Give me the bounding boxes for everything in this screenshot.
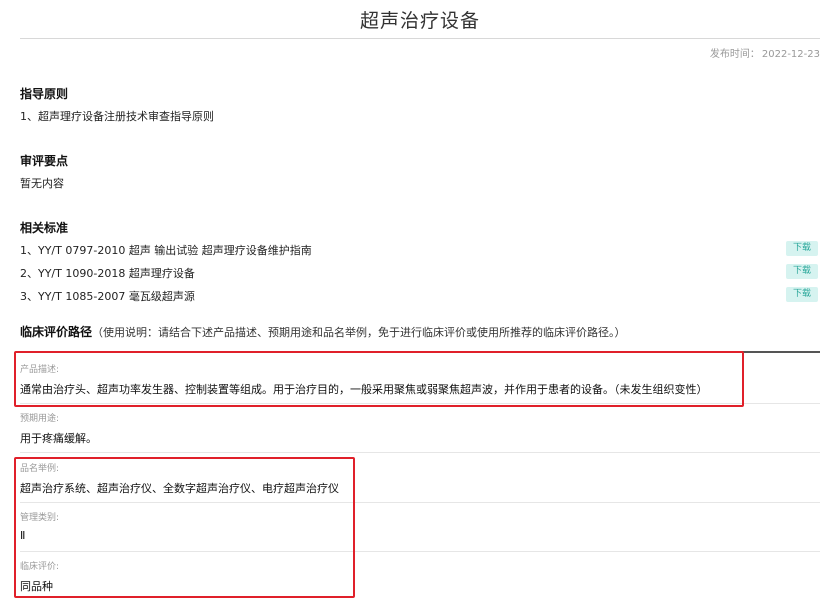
clinical-usage-note: （使用说明：请结合下述产品描述、预期用途和品名举例，免于进行临床评价或使用所推荐… [92, 326, 626, 339]
download-button[interactable]: 下载 [786, 287, 818, 302]
guidance-heading: 指导原则 [20, 87, 69, 101]
field-divider [20, 502, 820, 503]
field-value: 超声治疗系统、超声治疗仪、全数字超声治疗仪、电疗超声治疗仪 [20, 482, 339, 495]
guidance-item[interactable]: 1、超声理疗设备注册技术审查指导原则 [20, 108, 214, 124]
publish-date: 发布时间： 2022-12-23 [708, 45, 820, 60]
review-content: 暂无内容 [20, 177, 64, 190]
field-management-class: 管理类别: Ⅱ [20, 510, 820, 542]
standards-heading: 相关标准 [20, 221, 69, 235]
download-button[interactable]: 下载 [786, 264, 818, 279]
field-label: 临床评价: [20, 562, 60, 572]
field-name-examples: 品名举例: 超声治疗系统、超声治疗仪、全数字超声治疗仪、电疗超声治疗仪 [20, 461, 820, 496]
standard-title: 1、YY/T 0797-2010 超声 输出试验 超声理疗设备维护指南 [20, 244, 312, 257]
field-value: 同品种 [20, 580, 53, 593]
download-button[interactable]: 下载 [786, 241, 818, 256]
field-label: 产品描述: [20, 365, 60, 375]
field-divider [20, 452, 820, 453]
clinical-heading-title: 临床评价路径 [20, 325, 93, 339]
field-divider [20, 551, 820, 552]
standard-row: 2、YY/T 1090-2018 超声理疗设备 下载 [20, 264, 818, 280]
field-value: 用于疼痛缓解。 [20, 432, 97, 445]
field-label: 预期用途: [20, 414, 60, 424]
clinical-divider [20, 351, 820, 353]
field-intended-use: 预期用途: 用于疼痛缓解。 [20, 411, 820, 446]
field-clinical-evaluation: 临床评价: 同品种 [20, 559, 820, 594]
publish-date-value: 2022-12-23 [761, 49, 820, 60]
title-divider [20, 38, 820, 39]
clinical-heading: 临床评价路径（使用说明：请结合下述产品描述、预期用途和品名举例，免于进行临床评价… [20, 323, 626, 340]
standard-title: 3、YY/T 1085-2007 毫瓦级超声源 [20, 290, 195, 303]
field-divider [20, 403, 820, 404]
field-product-description: 产品描述: 通常由治疗头、超声功率发生器、控制装置等组成。用于治疗目的，一般采用… [20, 362, 820, 397]
review-heading: 审评要点 [20, 154, 69, 168]
page-title: 超声治疗设备 [359, 10, 480, 32]
field-value: Ⅱ [20, 529, 26, 542]
publish-date-label: 发布时间： [709, 49, 760, 60]
field-label: 管理类别: [20, 513, 60, 523]
field-value: 通常由治疗头、超声功率发生器、控制装置等组成。用于治疗目的，一般采用聚焦或弱聚焦… [20, 383, 708, 396]
standard-title: 2、YY/T 1090-2018 超声理疗设备 [20, 267, 195, 280]
standard-row: 1、YY/T 0797-2010 超声 输出试验 超声理疗设备维护指南 下载 [20, 241, 818, 257]
standard-row: 3、YY/T 1085-2007 毫瓦级超声源 下载 [20, 287, 818, 303]
field-label: 品名举例: [20, 464, 60, 474]
